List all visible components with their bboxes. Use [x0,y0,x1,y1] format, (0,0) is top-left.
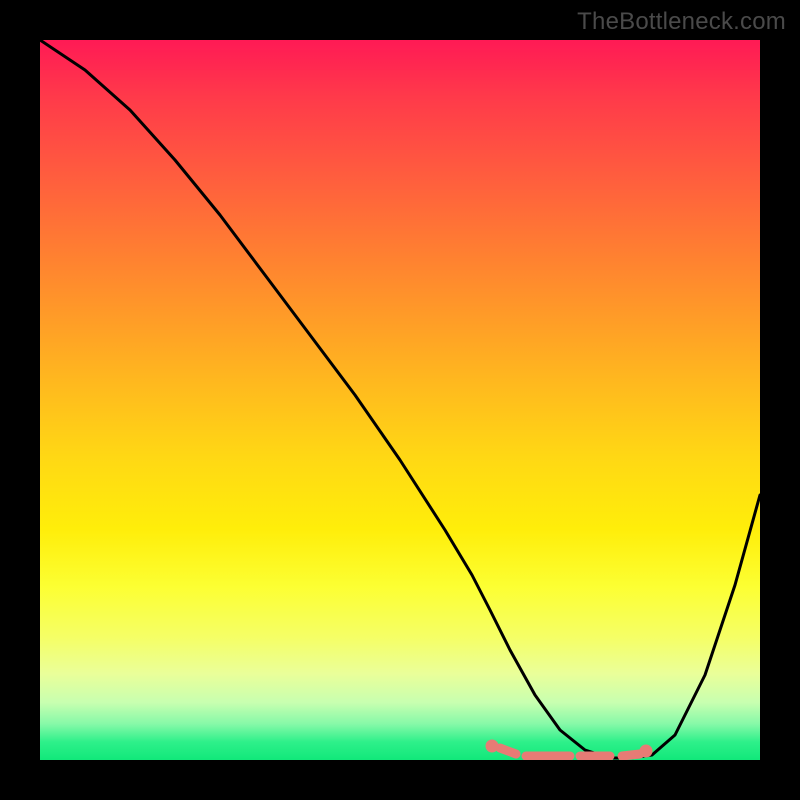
plot-area [40,40,760,760]
marker-dot [486,740,499,753]
bottleneck-curve [40,40,760,758]
highlighted-range-markers [486,740,653,758]
marker-segment [622,754,640,756]
chart-svg [40,40,760,760]
chart-frame: TheBottleneck.com [0,0,800,800]
watermark-text: TheBottleneck.com [577,8,786,36]
marker-segment [500,748,516,754]
marker-dot [640,745,653,758]
